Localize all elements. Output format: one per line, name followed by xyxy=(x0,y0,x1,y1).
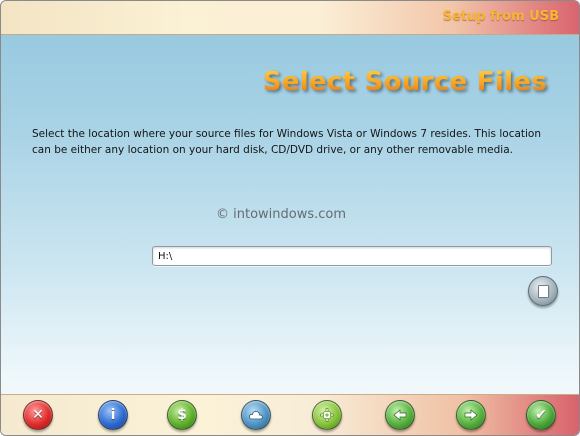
back-arrow-icon xyxy=(393,409,407,421)
browse-button[interactable] xyxy=(528,276,558,306)
info-button[interactable]: i xyxy=(98,400,128,430)
checkmark-icon: ✔ xyxy=(535,407,547,423)
gear-icon xyxy=(320,408,334,422)
next-button[interactable] xyxy=(456,400,486,430)
document-icon xyxy=(537,284,549,298)
forward-arrow-icon xyxy=(464,409,478,421)
settings-button[interactable] xyxy=(312,400,342,430)
info-icon: i xyxy=(110,407,116,423)
source-path-input[interactable] xyxy=(152,246,552,266)
donate-button[interactable]: $ xyxy=(167,400,197,430)
instructions-text: Select the location where your source fi… xyxy=(32,128,542,156)
title-bar: Setup from USB xyxy=(1,1,579,35)
finish-button[interactable]: ✔ xyxy=(526,400,556,430)
dollar-icon: $ xyxy=(177,407,187,423)
footer-toolbar: ✕ i $ ✔ xyxy=(1,394,579,435)
close-icon: ✕ xyxy=(32,407,44,423)
watermark-text: © intowindows.com xyxy=(216,207,347,222)
page-heading: Select Source Files xyxy=(262,67,547,97)
back-button[interactable] xyxy=(385,400,415,430)
cloud-icon xyxy=(249,411,263,420)
close-button[interactable]: ✕ xyxy=(23,400,53,430)
window-title: Setup from USB xyxy=(442,9,559,24)
cloud-button[interactable] xyxy=(241,400,271,430)
setup-window: Setup from USB Select Source Files Selec… xyxy=(0,0,580,436)
